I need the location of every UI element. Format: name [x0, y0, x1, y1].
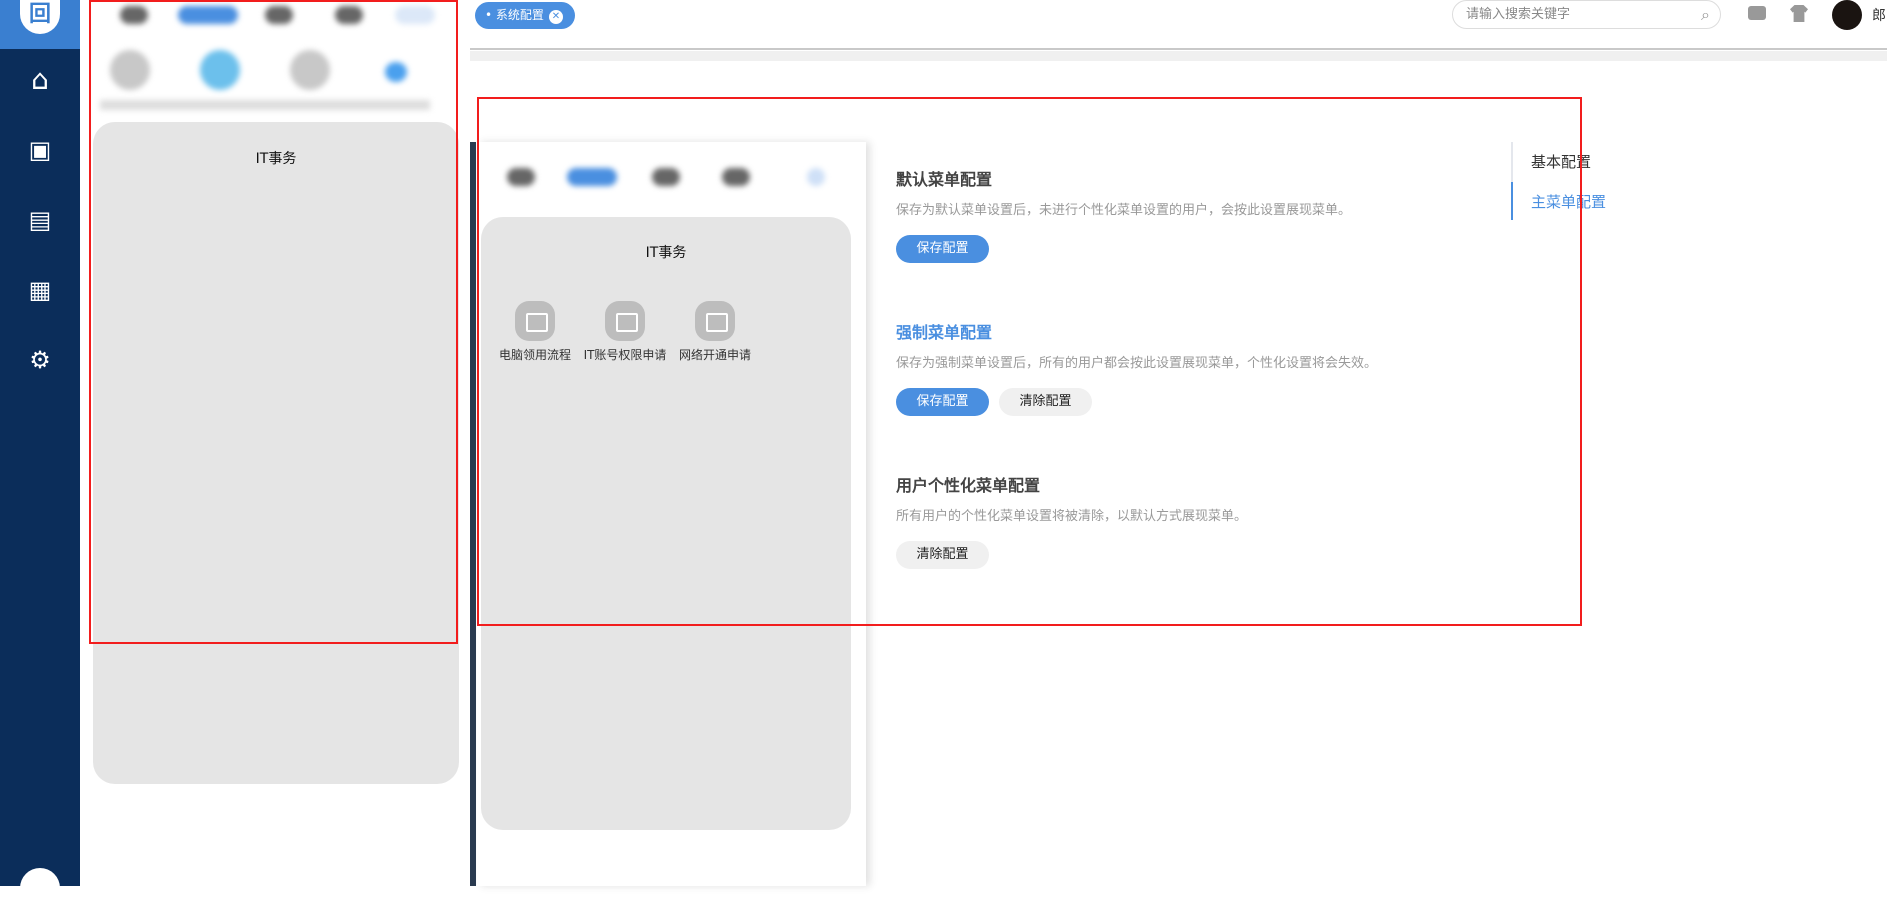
tab-label: 系统配置: [495, 8, 544, 22]
panel-edge: [470, 142, 476, 886]
close-icon[interactable]: ✕: [548, 10, 563, 24]
user-settings-icon[interactable]: ⚙: [20, 342, 60, 378]
logo-area: 回: [0, 0, 80, 49]
user-name[interactable]: 郎: [1872, 5, 1886, 25]
monitor-user-icon[interactable]: ▣: [20, 132, 60, 168]
avatar[interactable]: [1832, 0, 1862, 30]
bottom-button[interactable]: [20, 868, 60, 908]
highlight-box: [477, 97, 1582, 626]
message-icon[interactable]: [1748, 6, 1766, 20]
logo-icon[interactable]: 回: [20, 0, 60, 34]
calendar-icon[interactable]: ▦: [20, 272, 60, 308]
search-icon[interactable]: ⌕: [1701, 1, 1710, 28]
search-input[interactable]: 请输入搜索关键字 ⌕: [1452, 0, 1721, 29]
sidebar: 回 ⌂ ▣ ▤ ▦ ⚙: [0, 0, 80, 908]
highlight-box: [89, 0, 458, 644]
search-placeholder: 请输入搜索关键字: [1466, 7, 1571, 22]
news-icon[interactable]: ▤: [20, 202, 60, 238]
tab-system-config[interactable]: • 系统配置 ✕: [475, 2, 575, 29]
home-icon[interactable]: ⌂: [20, 62, 60, 98]
